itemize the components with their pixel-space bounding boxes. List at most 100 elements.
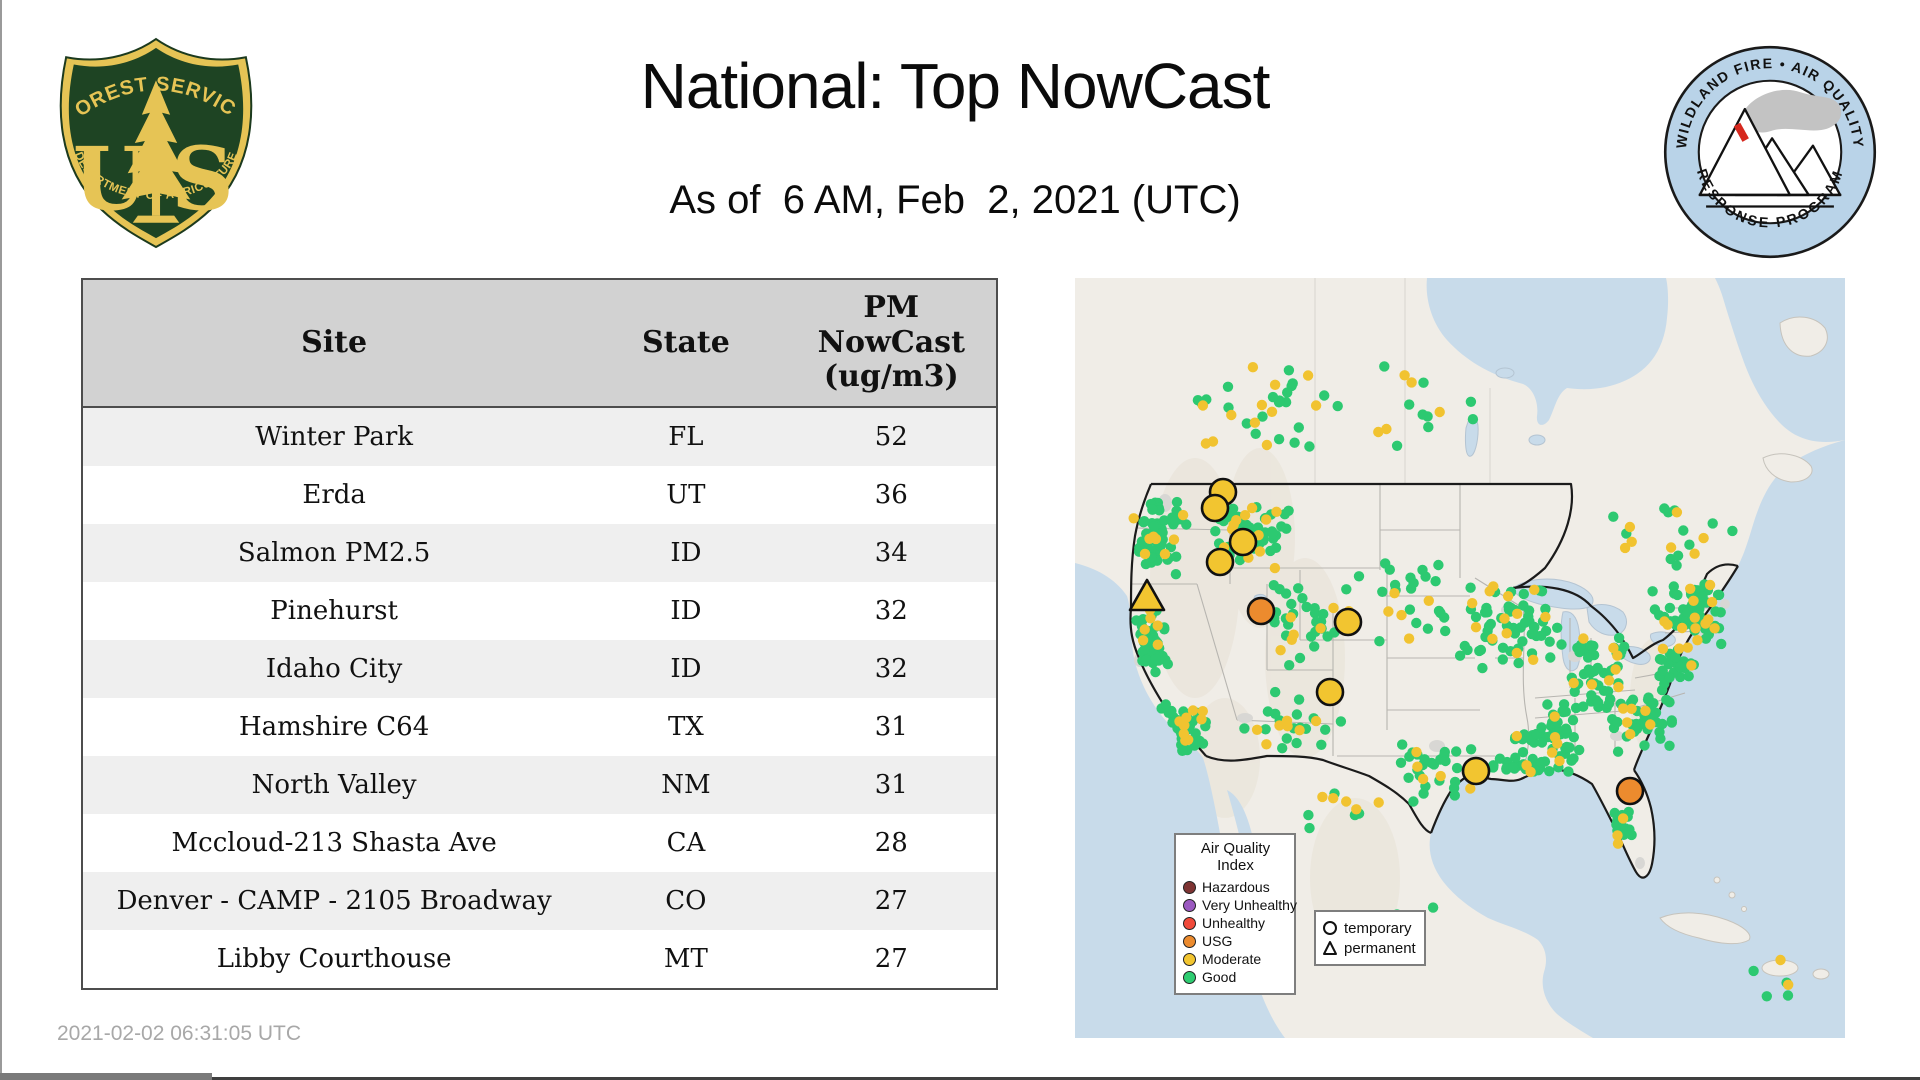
- monitor-dot: [1564, 742, 1575, 753]
- monitor-dot: [1351, 804, 1362, 815]
- monitor-dot: [1465, 744, 1477, 755]
- table-header-row: Site State PM NowCast (ug/m3): [82, 279, 997, 408]
- monitor-dot: [1574, 744, 1585, 756]
- monitor-dot: [1474, 645, 1485, 657]
- monitor-dot: [1171, 496, 1183, 508]
- monitor-dot: [1578, 633, 1589, 644]
- monitor-dot: [1465, 582, 1476, 593]
- monitor-dot: [1418, 377, 1429, 388]
- monitor-dot: [1226, 409, 1237, 421]
- monitor-dot: [1270, 708, 1281, 719]
- monitor-dot: [1266, 526, 1278, 537]
- aqi-legend-label: Very Unhealthy: [1202, 897, 1297, 913]
- monitor-dot: [1626, 703, 1637, 714]
- monitor-dot: [1526, 628, 1537, 640]
- monitor-dot: [1261, 739, 1272, 750]
- monitor-dot: [1269, 562, 1281, 574]
- monitor-dot: [1487, 633, 1498, 644]
- monitor-dot: [1675, 661, 1686, 673]
- monitor-dot: [1196, 714, 1207, 725]
- monitor-dot: [1502, 591, 1514, 602]
- table-row: Erda UT 36: [82, 466, 997, 524]
- monitor-dot: [1511, 730, 1522, 742]
- monitor-dot: [1621, 717, 1633, 728]
- site-cell: Salmon PM2.5: [237, 538, 431, 568]
- horizontal-scrollbar-thumb[interactable]: [0, 1073, 212, 1080]
- monitor-dot: [1583, 664, 1594, 675]
- monitor-dot: [1293, 694, 1305, 705]
- monitor-dot: [1285, 612, 1296, 623]
- monitor-dot: [1239, 723, 1250, 734]
- monitor-dot: [1542, 699, 1553, 710]
- monitor-dot: [1210, 526, 1221, 537]
- monitor-dot: [1411, 617, 1422, 629]
- monitor-dot: [1435, 770, 1446, 782]
- monitor-dot: [1251, 724, 1263, 735]
- monitor-dot: [1655, 733, 1666, 744]
- monitor-dot: [1574, 646, 1585, 658]
- monitor-dot: [1440, 755, 1451, 767]
- monitor-dot: [1566, 755, 1577, 766]
- temporary-label: temporary: [1344, 919, 1412, 937]
- monitor-dot: [1582, 652, 1594, 663]
- site-cell: Idaho City: [265, 654, 403, 684]
- table-row: North Valley NM 31: [82, 756, 997, 814]
- monitor-dot: [1518, 588, 1529, 600]
- monitor-dot: [1482, 607, 1493, 618]
- monitor-dot: [1499, 613, 1510, 624]
- aqi-legend-label: Good: [1202, 969, 1237, 985]
- aqi-legend-item: Moderate: [1183, 950, 1288, 968]
- monitor-dot: [1148, 531, 1159, 542]
- monitor-dot: [1152, 639, 1163, 650]
- monitor-dot: [1657, 643, 1669, 654]
- monitor-dot: [1141, 654, 1152, 665]
- top-site-marker: [1200, 493, 1230, 523]
- monitor-dot: [1761, 991, 1772, 1002]
- monitor-dot: [1381, 423, 1392, 435]
- monitor-dot: [1704, 579, 1716, 591]
- monitor-dot: [1483, 621, 1495, 632]
- value-cell: 32: [874, 654, 908, 684]
- table-row: Denver - CAMP - 2105 Broadway CO 27: [82, 872, 997, 930]
- monitor-dot: [1467, 598, 1478, 609]
- monitor-dot: [1373, 797, 1384, 808]
- top-site-marker: [1615, 776, 1645, 806]
- monitor-dot: [1128, 513, 1139, 524]
- monitor-dot: [1647, 586, 1658, 597]
- monitor-dot: [1303, 809, 1314, 821]
- monitor-dot: [1293, 583, 1304, 594]
- monitor-dot: [1159, 548, 1171, 560]
- monitor-dot: [1659, 503, 1670, 514]
- monitor-dot: [1147, 504, 1158, 515]
- monitor-dot: [1470, 622, 1482, 633]
- monitor-dot: [1266, 406, 1278, 417]
- monitor-dot: [1267, 391, 1279, 403]
- site-cell: Denver - CAMP - 2105 Broadway: [116, 886, 552, 916]
- monitor-dot: [1403, 633, 1415, 644]
- top-site-marker: [1228, 527, 1258, 557]
- monitor-dot: [1451, 762, 1463, 774]
- monitor-dot: [1603, 675, 1615, 686]
- monitor-dot: [1406, 377, 1417, 388]
- legend-row-permanent: permanent: [1322, 938, 1418, 958]
- monitor-dot: [1503, 601, 1514, 612]
- monitor-dot: [1603, 698, 1615, 709]
- monitor-dot: [1568, 677, 1579, 689]
- monitor-dot: [1384, 564, 1395, 575]
- monitor-dot: [1567, 715, 1579, 726]
- top-site-marker: [1246, 596, 1276, 626]
- table-row: Winter Park FL 52: [82, 407, 997, 466]
- monitor-dot: [1277, 743, 1288, 754]
- table-row: Idaho City ID 32: [82, 640, 997, 698]
- monitor-dot: [1222, 381, 1234, 392]
- monitor-dot: [1177, 745, 1188, 756]
- top-nowcast-table: Site State PM NowCast (ug/m3) Winter Par…: [81, 278, 998, 990]
- monitor-dot: [1697, 591, 1708, 602]
- monitor-dot: [1692, 635, 1703, 646]
- monitor-dot: [1341, 584, 1352, 595]
- col-header-pm: PM NowCast (ug/m3): [786, 279, 997, 408]
- monitor-dot: [1494, 753, 1506, 764]
- monitor-dot: [1661, 694, 1672, 705]
- aqi-color-swatch: [1183, 898, 1196, 912]
- monitor-dot: [1254, 546, 1266, 557]
